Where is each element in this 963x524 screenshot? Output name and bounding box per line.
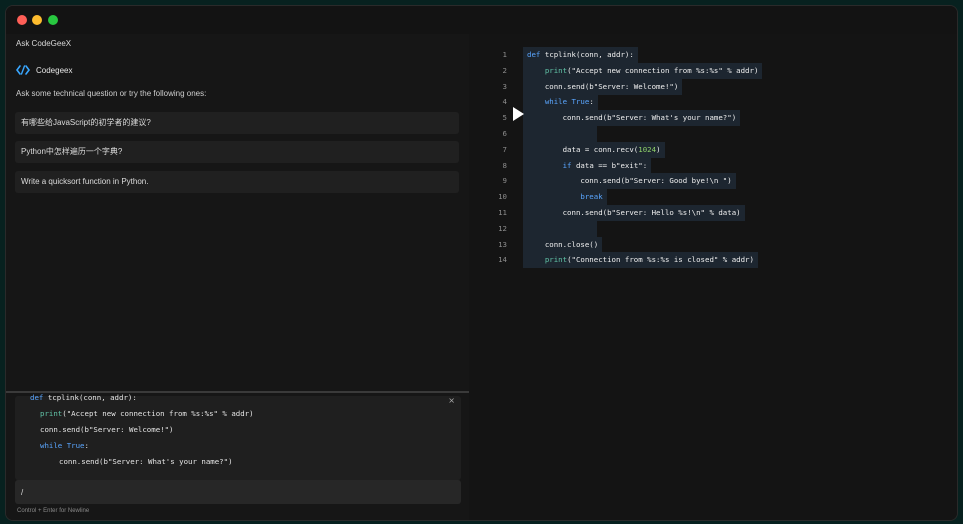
blank-selection bbox=[523, 220, 597, 237]
snippet-line: print("Accept new connection from %s:%s"… bbox=[40, 409, 254, 418]
close-window-button[interactable] bbox=[17, 15, 27, 25]
editor-line[interactable]: 14 print("Connection from %s:%s is close… bbox=[469, 252, 957, 269]
line-number: 7 bbox=[502, 144, 507, 154]
code-text[interactable]: conn.send(b"Server: Hello %s!\n" % data) bbox=[523, 205, 745, 221]
minimize-window-button[interactable] bbox=[32, 15, 42, 25]
editor-line[interactable]: 4 while True: bbox=[469, 94, 957, 111]
code-text[interactable]: if data == b"exit": bbox=[523, 157, 652, 174]
chat-input[interactable] bbox=[15, 480, 461, 504]
chat-panel: Ask CodeGeeX Codegeex Ask some technical… bbox=[6, 34, 469, 520]
suggestion-item[interactable]: 有哪些给JavaScript的初学者的建议? bbox=[15, 112, 459, 134]
line-number: 2 bbox=[502, 65, 507, 75]
editor-line[interactable]: 12 bbox=[469, 220, 957, 237]
suggestion-item[interactable]: Write a quicksort function in Python. bbox=[15, 171, 459, 193]
line-number: 9 bbox=[502, 176, 507, 186]
editor-line[interactable]: 1 def tcplink(conn, addr): bbox=[469, 47, 957, 63]
editor-line[interactable]: 13 conn.close() bbox=[469, 236, 957, 253]
editor-line[interactable]: 6 bbox=[469, 126, 957, 142]
brand-name: Codegeex bbox=[36, 65, 73, 75]
line-number: 10 bbox=[498, 192, 507, 202]
editor-line[interactable]: 9 conn.send(b"Server: Good bye!\n ") bbox=[469, 173, 957, 190]
editor-line[interactable]: 5 conn.send(b"Server: What's your name?"… bbox=[469, 110, 957, 127]
line-number: 8 bbox=[502, 160, 507, 170]
code-text[interactable]: conn.send(b"Server: Welcome!") bbox=[523, 78, 683, 95]
panel-title: Ask CodeGeeX bbox=[16, 39, 72, 48]
mouse-cursor-icon bbox=[513, 107, 524, 121]
blank-selection bbox=[523, 126, 597, 142]
suggestion-item[interactable]: Python中怎样遍历一个字典? bbox=[15, 141, 459, 163]
maximize-window-button[interactable] bbox=[48, 15, 58, 25]
code-text[interactable]: conn.send(b"Server: What's your name?") bbox=[523, 110, 741, 127]
app-window: Ask CodeGeeX Codegeex Ask some technical… bbox=[5, 5, 958, 521]
code-text[interactable]: print("Connection from %s:%s is closed" … bbox=[523, 252, 758, 269]
suggestion-prompt: Ask some technical question or try the f… bbox=[16, 89, 207, 98]
brand: Codegeex bbox=[16, 65, 72, 75]
code-text[interactable]: break bbox=[523, 189, 607, 206]
code-text[interactable]: conn.send(b"Server: Good bye!\n ") bbox=[523, 173, 736, 190]
code-text[interactable]: conn.close() bbox=[523, 236, 603, 253]
line-number: 11 bbox=[498, 208, 507, 217]
editor-line[interactable]: 7 data = conn.recv(1024) bbox=[469, 141, 957, 158]
close-icon[interactable]: × bbox=[448, 396, 455, 405]
line-number: 14 bbox=[498, 255, 507, 265]
code-text[interactable]: while True: bbox=[523, 94, 598, 111]
newline-hint: Control + Enter for Newline bbox=[17, 508, 90, 514]
code-text[interactable]: def tcplink(conn, addr): bbox=[523, 47, 638, 63]
title-bar bbox=[6, 6, 957, 34]
line-number: 4 bbox=[502, 97, 507, 107]
line-number: 6 bbox=[502, 129, 507, 138]
editor-line[interactable]: 2 print("Accept new connection from %s:%… bbox=[469, 62, 957, 79]
selected-code-snippet: × def tcplink(conn, addr): print("Accept… bbox=[15, 393, 461, 480]
editor-line[interactable]: 10 break bbox=[469, 189, 957, 206]
editor-line[interactable]: 11 conn.send(b"Server: Hello %s!\n" % da… bbox=[469, 205, 957, 221]
snippet-code: ("Accept new connection from %s:%s" % ad… bbox=[62, 409, 254, 418]
snippet-line: while True: bbox=[40, 441, 89, 450]
line-number: 3 bbox=[502, 81, 507, 91]
code-text[interactable]: data = conn.recv(1024) bbox=[523, 141, 665, 158]
snippet-line: def tcplink(conn, addr): bbox=[30, 393, 137, 402]
line-number: 12 bbox=[498, 223, 507, 233]
editor-line[interactable]: 3 conn.send(b"Server: Welcome!") bbox=[469, 78, 957, 95]
line-number: 13 bbox=[498, 239, 507, 249]
line-number: 5 bbox=[502, 113, 507, 123]
snippet-code: tcplink(conn, addr): bbox=[47, 393, 137, 402]
code-editor[interactable]: 1 def tcplink(conn, addr): 2 print("Accept… bbox=[469, 34, 957, 520]
snippet-line: conn.send(b"Server: What's your name?") bbox=[59, 457, 233, 466]
code-text[interactable]: print("Accept new connection from %s:%s"… bbox=[523, 62, 763, 79]
editor-line[interactable]: 8 if data == b"exit": bbox=[469, 157, 957, 174]
codegeex-logo-icon bbox=[16, 65, 30, 75]
snippet-line: conn.send(b"Server: Welcome!") bbox=[40, 425, 174, 434]
line-number: 1 bbox=[502, 50, 507, 59]
